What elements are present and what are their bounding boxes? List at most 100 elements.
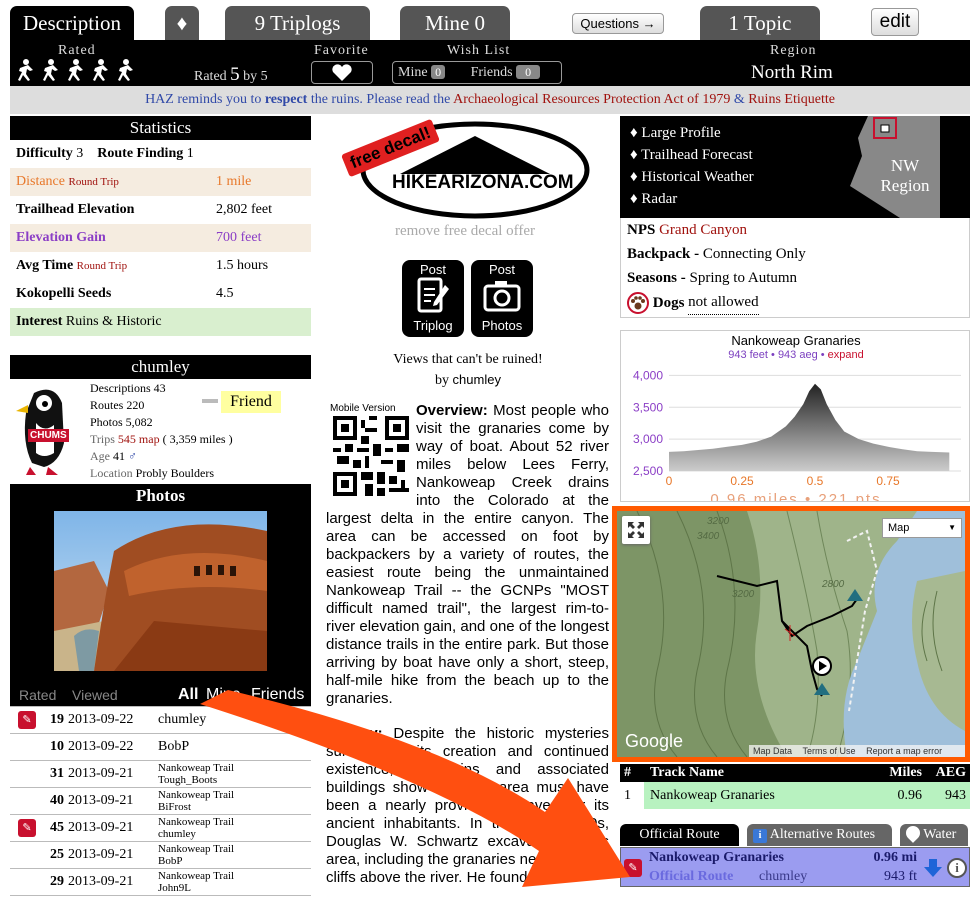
links-panel: ♦ Large Profile ♦ Trailhead Forecast ♦ His… <box>620 116 970 218</box>
y-tick-label: 3,000 <box>633 432 663 446</box>
y-tick-label: 4,000 <box>633 368 663 382</box>
diamond-bullet-icon: ♦ <box>630 191 638 207</box>
remove-decal-link[interactable]: remove free decal offer <box>340 223 590 240</box>
post-photos-label: Photos <box>481 318 523 333</box>
link-item[interactable]: ♦ Historical Weather <box>630 166 754 188</box>
profile-footer: 0.96 miles • 221 pts <box>710 491 882 502</box>
triplog-row[interactable]: ✎ 45 2013-09-21 Nankoweap Trail chumley <box>10 815 311 842</box>
gain-value: 700 feet <box>216 230 262 245</box>
triplog-row[interactable]: 40 2013-09-21 Nankoweap Trail BiFrost <box>10 788 311 815</box>
triplog-rating: 45 <box>50 820 64 835</box>
track-table: # Track Name Miles AEG 1 Nankoweap Granar… <box>620 764 970 809</box>
questions-button[interactable]: Questions → <box>572 13 664 34</box>
free-decal-promo[interactable]: HIKEARIZONA.COM free decal! <box>340 118 590 220</box>
trail-map[interactable]: 3200 3400 3200 2800 Map ▼ Google Map Dat… <box>612 506 970 762</box>
favorite-button[interactable] <box>311 61 373 84</box>
friend-button[interactable]: Friend <box>221 391 281 413</box>
tab-mine-label: Mine 0 <box>424 11 486 35</box>
post-triplog-top: Post <box>419 262 446 277</box>
map-report-link[interactable]: Report a map error <box>866 746 942 756</box>
route-tab-water[interactable]: Water <box>900 823 968 846</box>
questions-label: Questions → <box>580 16 656 31</box>
paw-icon <box>627 291 649 314</box>
map-data-link[interactable]: Map Data <box>753 746 792 756</box>
distance-value: 1 mile <box>216 174 252 189</box>
tab-triplogs-label: 9 Triplogs <box>254 11 341 35</box>
info-icon: i <box>753 829 767 843</box>
distance-row: Distance Round Trip 1 mile <box>10 168 311 196</box>
route-tab-official[interactable]: Official Route <box>620 824 739 846</box>
route-tab-alternative[interactable]: i Alternative Routes <box>747 824 892 846</box>
canyon-photo-image <box>54 511 267 671</box>
triplog-row[interactable]: 31 2013-09-21 Nankoweap Trail Tough_Boots <box>10 761 311 788</box>
notice-arpa-link[interactable]: Archaeological Resources Protection Act … <box>453 92 730 107</box>
track-row[interactable]: 1 Nankoweap Granaries 0.96 943 <box>620 782 970 809</box>
seeds-row: Kokopelli Seeds 4.5 <box>10 280 311 308</box>
avatar[interactable]: CHUMS <box>14 383 74 477</box>
route-tab-water-label: Water <box>923 827 957 842</box>
route-info-icon[interactable]: i <box>947 858 967 878</box>
trips-map-link[interactable]: map <box>139 432 160 446</box>
wishlist-box: Mine 0 Friends 0 <box>392 61 562 84</box>
tab-description[interactable]: Description <box>10 6 134 40</box>
hikearizona-logo <box>360 121 590 219</box>
wishlist-friends-count: 0 <box>516 65 541 79</box>
triplog-row[interactable]: 10 2013-09-22 BobP <box>10 734 311 761</box>
edit-button[interactable]: edit <box>871 8 919 36</box>
map-terms-link[interactable]: Terms of Use <box>803 746 856 756</box>
trips-count[interactable]: 545 <box>118 432 136 446</box>
region-map[interactable]: NW Region <box>840 116 970 218</box>
official-route-row[interactable]: ✎ Nankoweap Granaries Official Route chu… <box>620 847 970 887</box>
triplog-row[interactable]: 25 2013-09-21 Nankoweap Trail BobP <box>10 842 311 869</box>
tab-mine[interactable]: Mine 0 <box>400 6 510 40</box>
notice-etiquette-link[interactable]: Ruins Etiquette <box>748 92 835 107</box>
wishlist-mine[interactable]: Mine 0 <box>398 65 446 80</box>
triplog-title: Nankoweap Trail <box>158 789 235 801</box>
link-item[interactable]: ♦ Radar <box>630 188 754 210</box>
photos-title: Photos <box>135 486 186 505</box>
link-item[interactable]: ♦ Large Profile <box>630 122 754 144</box>
post-triplog-button[interactable]: Post Triplog <box>402 260 464 337</box>
tab-topic[interactable]: 1 Topic <box>700 6 820 40</box>
filter-viewed[interactable]: Viewed <box>72 684 118 706</box>
tab-triplogs[interactable]: 9 Triplogs <box>225 6 370 40</box>
triplog-date: 2013-09-21 <box>68 820 134 835</box>
filter-mine[interactable]: Mine <box>206 684 241 706</box>
filter-all[interactable]: All <box>178 684 198 706</box>
dogs-label: Dogs <box>652 294 685 311</box>
filter-friends[interactable]: Friends <box>251 684 304 706</box>
filter-rated[interactable]: Rated <box>19 684 56 706</box>
triplog-icon-cell: ✎ <box>10 819 44 837</box>
seasons-label: Seasons - <box>627 270 686 286</box>
difficulty-value: 3 <box>76 146 84 161</box>
y-tick-label: 2,500 <box>633 464 663 478</box>
elevation-profile[interactable]: Nankoweap Granaries 943 feet • 943 aeg •… <box>620 330 970 502</box>
author-name[interactable]: chumley <box>10 355 311 379</box>
wishlist-friends[interactable]: Friends 0 <box>471 65 541 80</box>
post-photos-button[interactable]: Post Photos <box>471 260 533 337</box>
map-fullscreen-button[interactable] <box>622 516 650 544</box>
triplog-row[interactable]: ✎ 19 2013-09-22 chumley <box>10 707 311 734</box>
tagline-by: by chumley <box>320 372 616 389</box>
diamond-icon: ♦ <box>176 11 188 35</box>
triplog-row[interactable]: 29 2013-09-21 Nankoweap Trail John9L <box>10 869 311 896</box>
triplog-author: BobP <box>158 855 183 867</box>
featured-photo[interactable] <box>54 511 267 671</box>
difficulty-row: Difficulty 3 Route Finding 1 <box>10 140 311 168</box>
route-feet: 943 ft <box>883 869 917 884</box>
friend-toggle[interactable] <box>202 399 218 403</box>
triplog-author: chumley <box>158 712 207 727</box>
avgtime-label: Avg Time <box>16 258 74 273</box>
download-arrow-icon[interactable] <box>923 858 943 883</box>
map-type-select[interactable]: Map ▼ <box>882 518 962 538</box>
tab-diamond[interactable]: ♦ <box>165 6 199 40</box>
tagline-author[interactable]: chumley <box>453 372 501 387</box>
park-info: NPS Grand Canyon Backpack - Connecting O… <box>620 218 970 318</box>
author-trips: Trips 545 map ( 3,359 miles ) <box>90 431 233 448</box>
trips-label: Trips <box>90 432 115 446</box>
region-value[interactable]: North Rim <box>751 62 833 84</box>
diamond-bullet-icon: ♦ <box>630 125 638 141</box>
park-link[interactable]: Grand Canyon <box>659 222 747 238</box>
notice-respect: respect <box>264 92 308 107</box>
link-item[interactable]: ♦ Trailhead Forecast <box>630 144 754 166</box>
